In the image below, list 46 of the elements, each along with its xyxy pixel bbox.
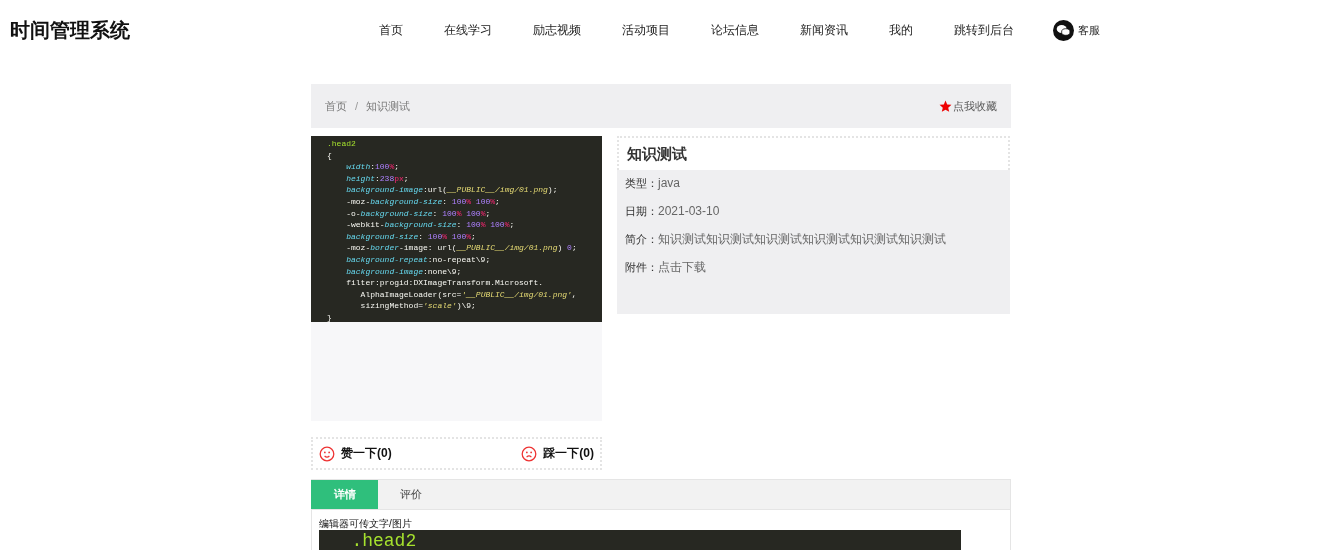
- breadcrumb-link[interactable]: 首页: [325, 98, 347, 114]
- nav-link[interactable]: 跳转到后台: [954, 21, 1014, 39]
- field-label: 日期：: [625, 204, 658, 219]
- field-value: 知识测试知识测试知识测试知识测试知识测试知识测试: [658, 232, 946, 247]
- code-line: background-image:none\9;: [345, 265, 462, 278]
- nav-link[interactable]: 我的: [889, 21, 913, 39]
- site-title: 时间管理系统: [10, 17, 131, 43]
- frown-icon: [521, 445, 538, 462]
- code-line: width:100%;: [345, 161, 400, 173]
- code-line: {: [326, 149, 332, 162]
- breadcrumb-separator: /: [355, 100, 359, 112]
- field-value: 2021-03-10: [658, 204, 720, 219]
- nav-link[interactable]: 励志视频: [533, 21, 581, 39]
- code-line: AlphaImageLoader(src='__PUBLIC__/img/01.png',: [359, 288, 577, 301]
- field-label: 附件：: [625, 260, 658, 275]
- code-line: .head2: [350, 530, 417, 550]
- code-line: background-image:url(__PUBLIC__/img/01.png);: [345, 184, 558, 196]
- code-line: filter:progid:DXImageTransform.Microsoft.: [345, 277, 544, 289]
- field-label: 类型：: [625, 176, 658, 189]
- nav-link[interactable]: 新闻资讯: [800, 21, 848, 39]
- tab[interactable]: 评价: [377, 480, 444, 509]
- code-line: -o-background-size: 100% 100%;: [345, 207, 491, 220]
- code-line: .head2: [326, 138, 356, 150]
- field-label: 简介：: [625, 232, 658, 247]
- smile-icon: [319, 445, 335, 462]
- dislike-button[interactable]: 踩一下(0): [521, 445, 594, 462]
- nav-link[interactable]: 在线学习: [444, 21, 492, 39]
- code-line: sizingMethod='scale')\9;: [359, 300, 476, 312]
- code-line: background-repeat:no-repeat\9;: [345, 253, 491, 266]
- code-line: height:238px;: [345, 172, 409, 185]
- code-line: }: [326, 311, 332, 322]
- field-value: 点击下载: [658, 260, 706, 275]
- field-value: java: [658, 176, 680, 191]
- content-text: 编辑器可传文字/图片: [319, 518, 413, 530]
- favorite-link[interactable]: 点我收藏: [939, 98, 997, 114]
- service-link[interactable]: 客服: [1078, 22, 1100, 38]
- code-line: background-size: 100% 100%;: [345, 230, 476, 243]
- code-line: -moz-border-image: url(__PUBLIC__/img/01.png) 0;: [345, 242, 577, 254]
- like-button[interactable]: 赞一下(0): [319, 445, 392, 462]
- nav-link[interactable]: 活动项目: [622, 21, 670, 39]
- star-icon: [939, 99, 952, 113]
- nav-link[interactable]: 首页: [379, 21, 403, 39]
- code-line: -webkit-background-size: 100% 100%;: [345, 219, 515, 231]
- nav-link[interactable]: 论坛信息: [711, 21, 759, 39]
- chat-icon: [1053, 19, 1074, 41]
- code-line: -moz-background-size: 100% 100%;: [345, 195, 500, 208]
